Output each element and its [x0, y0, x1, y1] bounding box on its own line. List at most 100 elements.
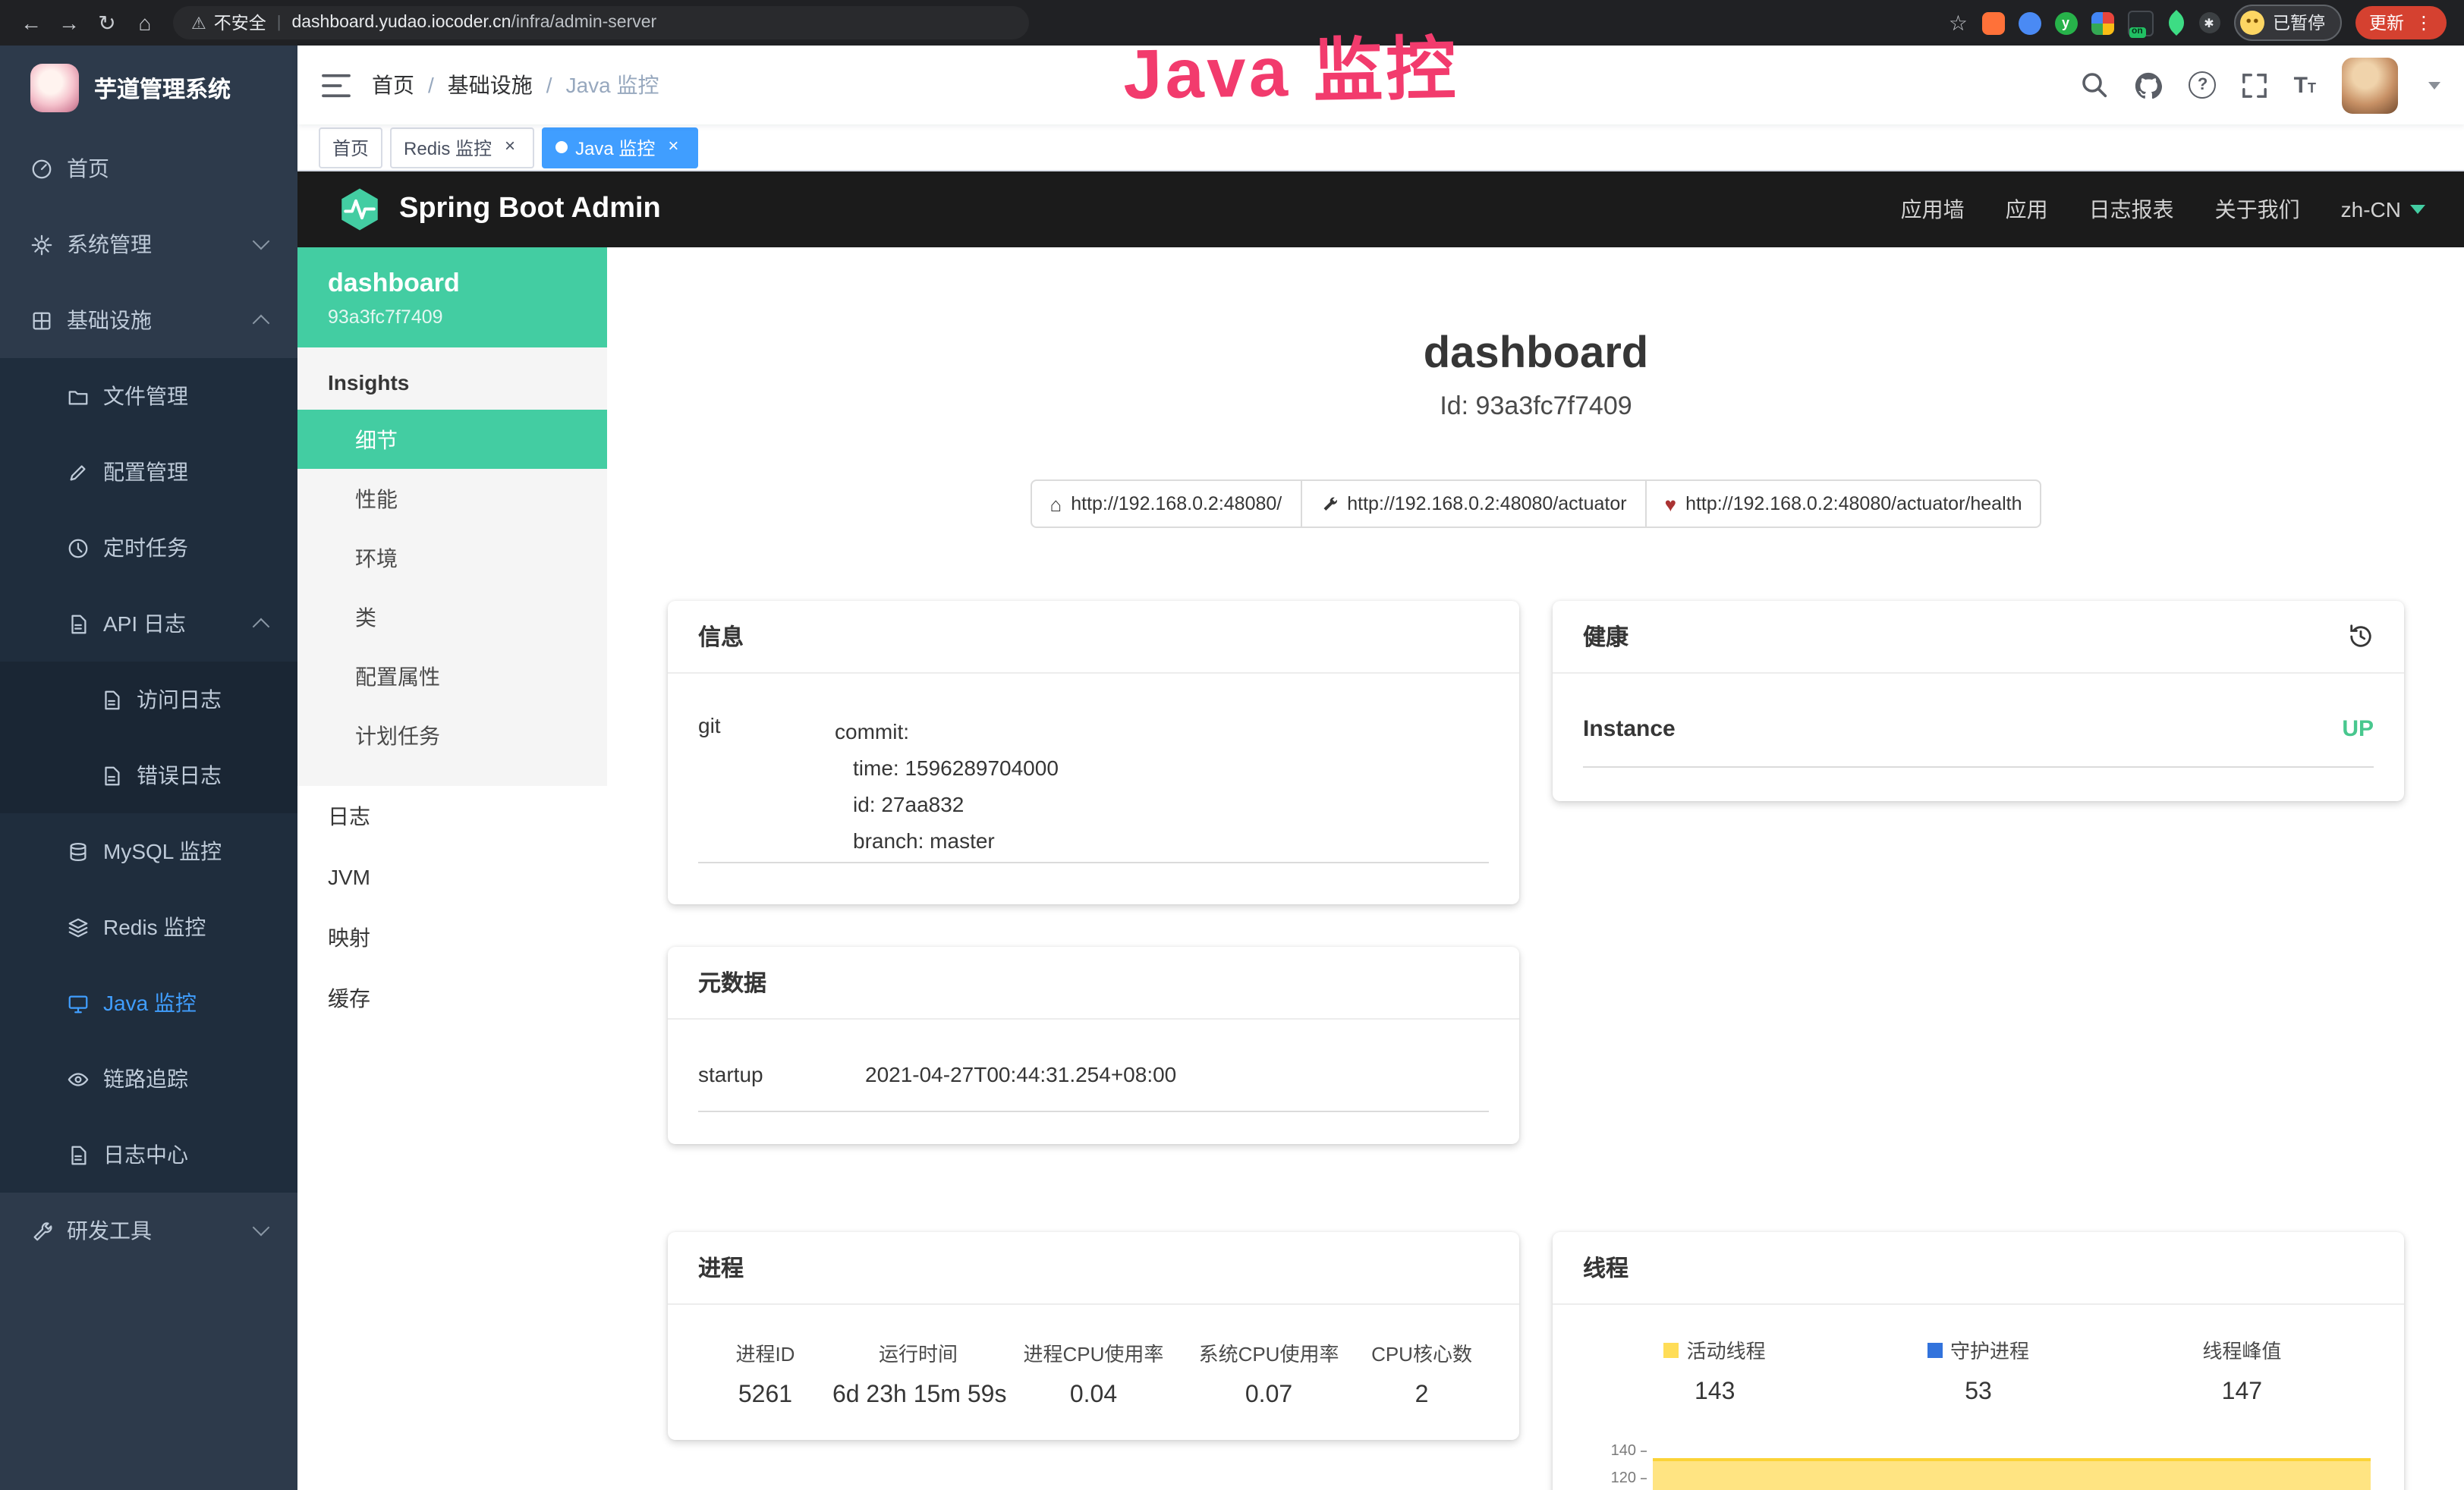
extension-icon-leaf[interactable] — [2163, 10, 2189, 36]
health-status-badge: UP — [2342, 716, 2374, 742]
chevron-down-icon — [253, 233, 270, 250]
user-avatar[interactable] — [2342, 57, 2398, 113]
sba-nav-applications[interactable]: 应用 — [2006, 194, 2048, 225]
avatar-dropdown-caret-icon[interactable] — [2428, 81, 2440, 89]
sidebar-item-label: 首页 — [67, 153, 109, 184]
close-icon[interactable]: × — [499, 137, 521, 158]
tag-label: Redis 监控 — [404, 134, 492, 160]
chevron-up-icon — [253, 618, 270, 636]
breadcrumb-item-home[interactable]: 首页 — [372, 70, 414, 100]
browser-update-button[interactable]: 更新 ⋮ — [2355, 6, 2447, 39]
instance-links: ⌂ http://192.168.0.2:48080/ http://192.1… — [668, 479, 2404, 528]
search-icon[interactable] — [2082, 71, 2109, 99]
sidebar-item-config-management[interactable]: 配置管理 — [0, 434, 297, 510]
sidebar-item-scheduled-tasks[interactable]: 定时任务 — [0, 510, 297, 586]
tag-redis-monitor[interactable]: Redis 监控 × — [390, 127, 534, 168]
sidebar-item-api-logs[interactable]: API 日志 — [0, 586, 297, 662]
browser-home-icon[interactable]: ⌂ — [126, 4, 164, 42]
extension-icon-dark[interactable]: ✱ — [2198, 12, 2220, 33]
sidebar-item-label: 文件管理 — [103, 381, 188, 411]
sidebar-item-log-center[interactable]: 日志中心 — [0, 1117, 297, 1193]
reload-icon[interactable]: ↻ — [88, 4, 126, 42]
extension-icon-green[interactable]: y — [2054, 11, 2077, 34]
health-url-label: http://192.168.0.2:48080/actuator/health — [1685, 493, 2022, 514]
tag-home[interactable]: 首页 — [319, 127, 382, 168]
tags-view-bar: 首页 Redis 监控 × Java 监控 × — [297, 124, 2464, 171]
sba-menu-item-mappings[interactable]: 映射 — [297, 907, 607, 968]
legend-swatch-blue — [1927, 1342, 1943, 1357]
profile-avatar-emoji — [2239, 11, 2264, 35]
extension-icon-proxy[interactable]: on — [2127, 10, 2153, 36]
sba-brand[interactable]: Spring Boot Admin — [337, 187, 661, 232]
sba-locale-select[interactable]: zh-CN — [2341, 197, 2425, 222]
sba-nav-about[interactable]: 关于我们 — [2215, 194, 2300, 225]
sba-menu-item-jvm[interactable]: JVM — [297, 847, 607, 907]
wrench-icon — [1320, 495, 1338, 513]
breadcrumb-separator: / — [546, 73, 552, 97]
sba-menu-item-scheduled-tasks[interactable]: 计划任务 — [297, 706, 607, 765]
extension-icon-grid[interactable] — [2091, 11, 2113, 34]
chevron-down-icon — [2410, 205, 2425, 214]
extension-icon-orange[interactable] — [1981, 11, 2004, 34]
sidebar-item-redis-monitor[interactable]: Redis 监控 — [0, 889, 297, 965]
sba-menu-item-details[interactable]: 细节 — [297, 410, 607, 469]
active-tag-dot — [555, 141, 568, 153]
sba-instance-name: dashboard — [328, 269, 577, 299]
github-icon[interactable] — [2135, 71, 2163, 99]
bookmark-star-icon[interactable]: ☆ — [1949, 10, 1968, 36]
sidebar-item-access-logs[interactable]: 访问日志 — [0, 662, 297, 737]
sidebar-item-error-logs[interactable]: 错误日志 — [0, 737, 297, 813]
breadcrumb-item-infrastructure[interactable]: 基础设施 — [448, 70, 533, 100]
font-size-icon[interactable]: TT — [2294, 72, 2316, 98]
profile-chip-label: 已暂停 — [2273, 11, 2325, 35]
help-icon[interactable]: ? — [2189, 71, 2217, 99]
close-icon[interactable]: × — [662, 137, 684, 158]
sidebar-item-java-monitor[interactable]: Java 监控 — [0, 965, 297, 1041]
sidebar-item-mysql-monitor[interactable]: MySQL 监控 — [0, 813, 297, 889]
forward-icon[interactable]: → — [50, 4, 88, 42]
sba-menu-item-classes[interactable]: 类 — [297, 587, 607, 646]
process-col-system-cpu: 系统CPU使用率 0.07 — [1183, 1338, 1355, 1410]
actuator-url-button[interactable]: http://192.168.0.2:48080/actuator — [1300, 479, 1646, 528]
dashboard-icon — [30, 157, 53, 180]
health-card: 健康 Instance UP — [1553, 601, 2404, 801]
sidebar-item-home[interactable]: 首页 — [0, 130, 297, 206]
sba-instance-header[interactable]: dashboard 93a3fc7f7409 — [297, 247, 607, 347]
sba-menu-item-environment[interactable]: 环境 — [297, 528, 607, 587]
process-table: 进程ID 5261 运行时间 6d 23h 15m 59s — [698, 1314, 1489, 1416]
sba-nav-journal[interactable]: 日志报表 — [2089, 194, 2174, 225]
address-bar[interactable]: ⚠ 不安全 | dashboard.yudao.iocoder.cn/infra… — [173, 6, 1029, 39]
info-card: 信息 git commit: time: 1596289704000 id: 2… — [668, 601, 1519, 904]
sba-menu-item-metrics[interactable]: 性能 — [297, 469, 607, 528]
sba-menu-item-caches[interactable]: 缓存 — [297, 968, 607, 1029]
health-url-button[interactable]: ♥ http://192.168.0.2:48080/actuator/heal… — [1645, 479, 2042, 528]
sidebar-item-file-management[interactable]: 文件管理 — [0, 358, 297, 434]
sidebar-item-dev-tools[interactable]: 研发工具 — [0, 1193, 297, 1268]
sidebar-item-label: MySQL 监控 — [103, 836, 222, 866]
back-icon[interactable]: ← — [12, 4, 50, 42]
breadcrumb-item-current: Java 监控 — [566, 70, 659, 100]
sidebar-toggle-hamburger-icon[interactable] — [322, 72, 351, 98]
threads-card-header: 线程 — [1553, 1232, 2404, 1305]
app-logo-row[interactable]: 芋道管理系统 — [0, 46, 297, 130]
sba-menu-item-config-props[interactable]: 配置属性 — [297, 646, 607, 706]
cards-left-column: 信息 git commit: time: 1596289704000 id: 2… — [668, 601, 1519, 1490]
threads-card-body: 活动线程 143 守护进程 53 — [1553, 1305, 2404, 1490]
update-label: 更新 — [2369, 11, 2404, 35]
browser-menu-kebab-icon[interactable]: ⋮ — [2415, 12, 2433, 33]
profile-sync-paused-chip[interactable]: 已暂停 — [2233, 5, 2342, 41]
sba-brand-label: Spring Boot Admin — [399, 193, 661, 226]
service-url-button[interactable]: ⌂ http://192.168.0.2:48080/ — [1031, 479, 1302, 528]
sidebar-item-infrastructure[interactable]: 基础设施 — [0, 282, 297, 358]
tag-java-monitor[interactable]: Java 监控 × — [542, 127, 697, 168]
extension-icon-blue[interactable] — [2018, 11, 2041, 34]
sidebar-item-tracing[interactable]: 链路追踪 — [0, 1041, 297, 1117]
sba-menu-item-logs[interactable]: 日志 — [297, 786, 607, 847]
folder-icon — [67, 385, 90, 407]
sidebar-item-system-management[interactable]: 系统管理 — [0, 206, 297, 282]
sba-nav-wallboard[interactable]: 应用墙 — [1901, 194, 1965, 225]
history-icon[interactable] — [2348, 624, 2374, 649]
fullscreen-icon[interactable] — [2242, 72, 2268, 98]
breadcrumb-separator: / — [428, 73, 434, 97]
security-warning-icon[interactable]: ⚠ — [191, 13, 206, 33]
